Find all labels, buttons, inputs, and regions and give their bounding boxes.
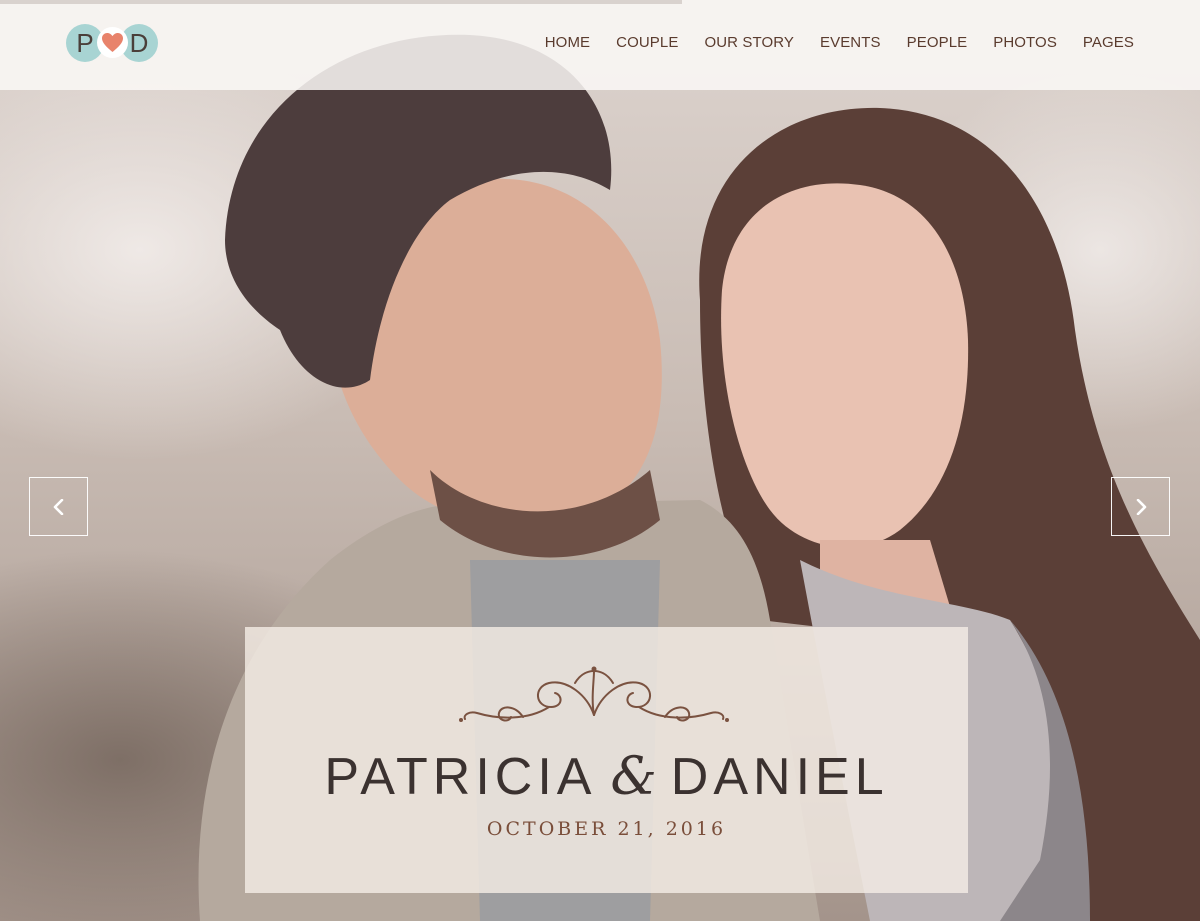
chevron-right-icon xyxy=(1136,499,1147,515)
couple-names: PATRICIA & DANIEL xyxy=(245,747,968,807)
nav-events[interactable]: EVENTS xyxy=(820,34,881,51)
flourish-ornament-icon xyxy=(459,666,729,722)
chevron-left-icon xyxy=(53,499,64,515)
hero-title-card: PATRICIA & DANIEL OCTOBER 21, 2016 xyxy=(245,627,968,893)
nav-pages[interactable]: PAGES xyxy=(1083,34,1134,51)
second-name: DANIEL xyxy=(670,748,889,806)
nav-couple[interactable]: COUPLE xyxy=(616,34,678,51)
first-name: PATRICIA xyxy=(324,748,597,806)
wedding-date: OCTOBER 21, 2016 xyxy=(486,818,727,840)
site-logo[interactable]: P D xyxy=(66,24,158,62)
site-header: P D HOME COUPLE OUR STORY EVENTS PEOPLE … xyxy=(0,0,1200,90)
slider-next-button[interactable] xyxy=(1111,477,1170,536)
nav-people[interactable]: PEOPLE xyxy=(907,34,968,51)
nav-home[interactable]: HOME xyxy=(545,34,590,51)
nav-photos[interactable]: PHOTOS xyxy=(993,34,1057,51)
top-progress-line xyxy=(0,0,682,4)
nav-our-story[interactable]: OUR STORY xyxy=(704,34,794,51)
slider-prev-button[interactable] xyxy=(29,477,88,536)
main-nav: HOME COUPLE OUR STORY EVENTS PEOPLE PHOT… xyxy=(545,34,1134,51)
ampersand: & xyxy=(610,747,657,807)
page: P D HOME COUPLE OUR STORY EVENTS PEOPLE … xyxy=(0,0,1200,921)
heart-icon xyxy=(97,27,128,58)
